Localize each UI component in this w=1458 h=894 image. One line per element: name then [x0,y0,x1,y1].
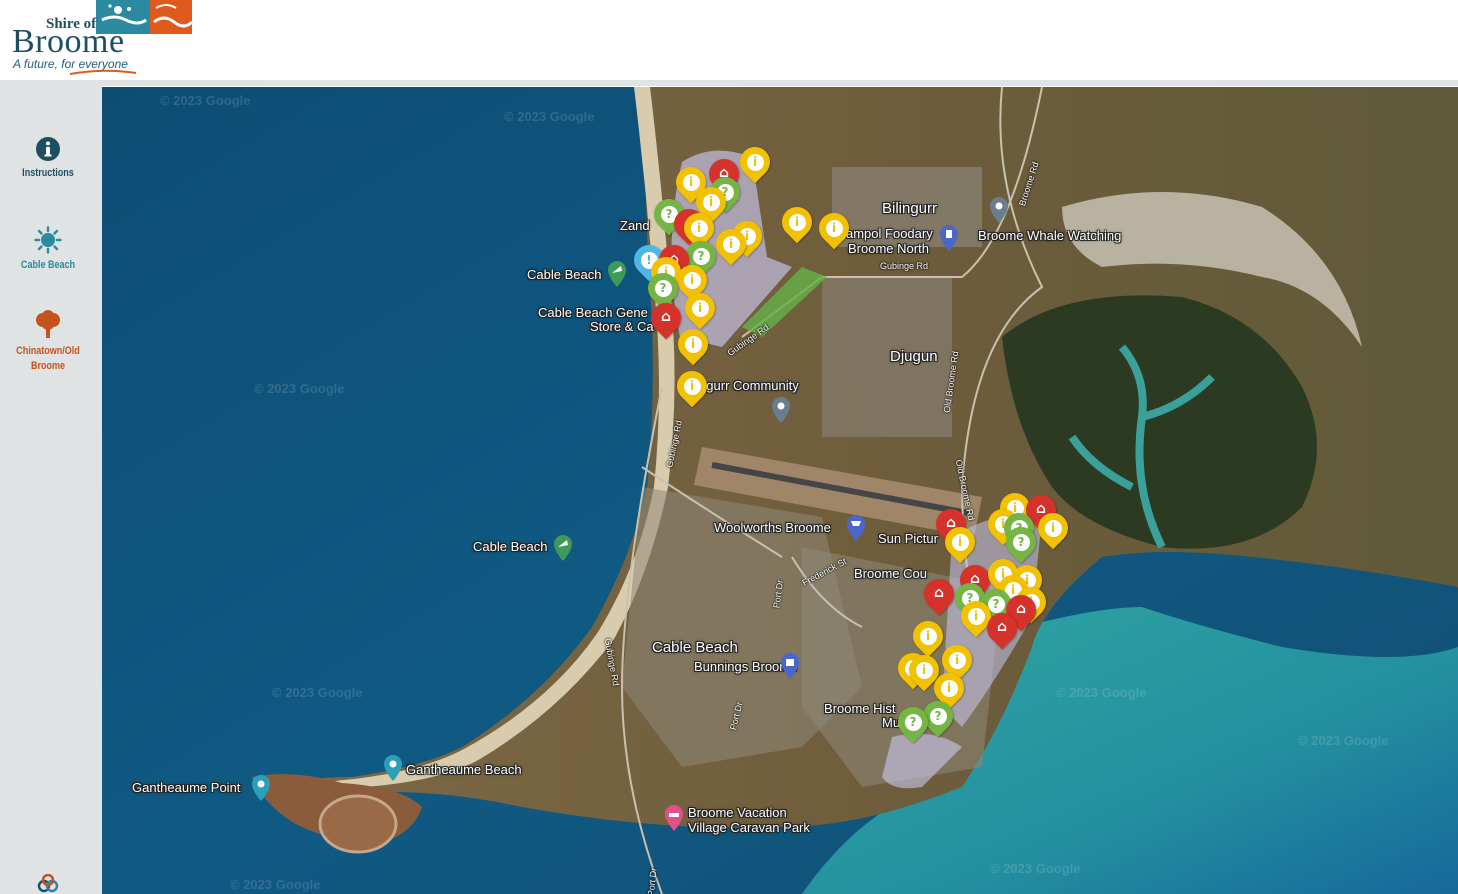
info-marker[interactable]: i [709,222,753,267]
sidebar-item-label: Instructions [22,167,74,179]
place-label-broome-courthouse: Broome Cou [854,566,927,581]
header: Shire of Broome A future, for everyone [0,0,1458,80]
place-label-cable-beach-general-store: Cable Beach Gene [538,305,648,320]
place-label-woolworths-broome: Woolworths Broome [714,520,831,535]
sidebar-item-chinatown-old-broome[interactable]: Chinatown/Old Broome [0,310,96,374]
tree-icon [36,310,60,338]
layers-icon [37,874,59,893]
fuel-pin-icon[interactable] [940,225,958,251]
beach-pin-icon[interactable] [608,261,626,287]
poi-pin-icon[interactable] [772,397,790,423]
header-divider [0,80,1458,86]
camera-pin-icon[interactable] [384,755,402,781]
sidebar-item-instructions[interactable]: Instructions [0,136,96,181]
place-label-ampol-foodary: Broome North [848,241,929,256]
shopping-cart-pin-icon[interactable] [847,515,865,541]
place-label-cable-beach-suburb: Cable Beach [652,639,738,656]
shire-of-broome-logo[interactable]: Shire of Broome A future, for everyone [10,0,192,78]
info-marker[interactable]: i [671,322,715,367]
hotel-pin-icon[interactable] [665,805,683,831]
place-label-bilingurr-community: B gurr Community [694,378,799,393]
home-marker[interactable]: ⌂ [917,572,961,617]
road-label-gubinge: Gubinge Rd [880,261,929,271]
map-watermark: © 2023 Google [504,109,595,124]
question-marker[interactable]: ? [891,700,935,745]
place-label-djugun: Djugun [890,348,938,365]
map-watermark: © 2023 Google [160,93,251,108]
map-watermark: © 2023 Google [272,685,363,700]
sidebar-item-label: Cable Beach [20,259,76,271]
map-watermark: © 2023 Google [230,877,321,892]
place-label-cable-beach: Cable Beach [473,539,548,554]
sidebar-item-cable-beach[interactable]: Cable Beach [0,226,96,273]
logo-broome-text: Broome [12,23,125,60]
logo-swoosh-icon [70,69,136,75]
info-marker[interactable]: i [670,364,714,409]
info-marker[interactable]: i [678,286,722,331]
place-label-bilingurr: Bilingurr [882,200,938,217]
map-view[interactable]: © 2023 Google © 2023 Google © 2023 Googl… [102,87,1458,894]
place-label-cable-beach: Cable Beach [527,267,602,282]
place-label-ampol-foodary: ampol Foodary [846,226,933,241]
camera-pin-icon[interactable] [252,775,270,801]
place-label-cable-beach-general-store: Store & Ca [590,319,654,334]
place-label-gantheaume-point: Gantheaume Point [132,780,241,795]
home-marker[interactable]: ⌂ [644,296,688,341]
place-label-zanders: Zand [620,218,650,233]
place-label-sun-pictures: Sun Pictur [878,531,938,546]
satellite-basemap [102,87,1458,894]
sidebar-item-label: Chinatown/Old Broome [16,345,80,372]
shopping-bag-pin-icon[interactable] [781,653,799,679]
info-marker[interactable]: i [733,140,777,185]
place-label-broome-historical-museum: Broome Hist [824,701,896,716]
home-marker[interactable]: ⌂ [980,606,1024,651]
info-marker[interactable]: i [1031,506,1075,551]
info-marker[interactable]: i [775,200,819,245]
map-watermark: © 2023 Google [1056,685,1147,700]
beach-pin-icon[interactable] [554,535,572,561]
place-label-gantheaume-beach: Gantheaume Beach [406,762,522,777]
info-marker[interactable]: i [938,520,982,565]
sidebar: Instructions Cable Beach Chinatown/Old B… [0,86,102,894]
place-label-broome-whale-watching: Broome Whale Watching [978,228,1122,243]
map-watermark: © 2023 Google [990,861,1081,876]
info-marker[interactable]: i [812,206,856,251]
sidebar-item-layers[interactable] [0,874,96,894]
map-watermark: © 2023 Google [1298,733,1389,748]
map-watermark: © 2023 Google [254,381,345,396]
place-label-broome-vacation-village: Broome Vacation [688,805,787,820]
info-circle-icon [36,137,60,161]
place-label-broome-vacation-village: Village Caravan Park [688,820,810,835]
sun-icon [34,226,62,254]
racecourse [318,794,398,854]
poi-pin-icon[interactable] [990,197,1008,223]
